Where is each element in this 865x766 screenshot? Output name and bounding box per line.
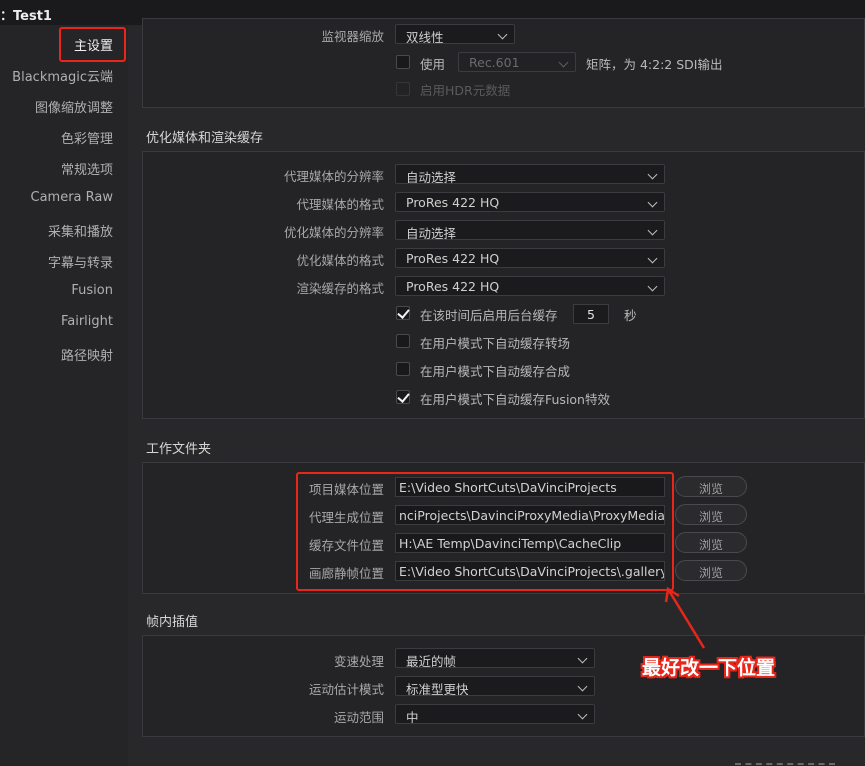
annotation-arrow: [664, 586, 706, 649]
annotation-text: 最好改一下位置: [642, 657, 776, 679]
divider: [735, 763, 835, 765]
